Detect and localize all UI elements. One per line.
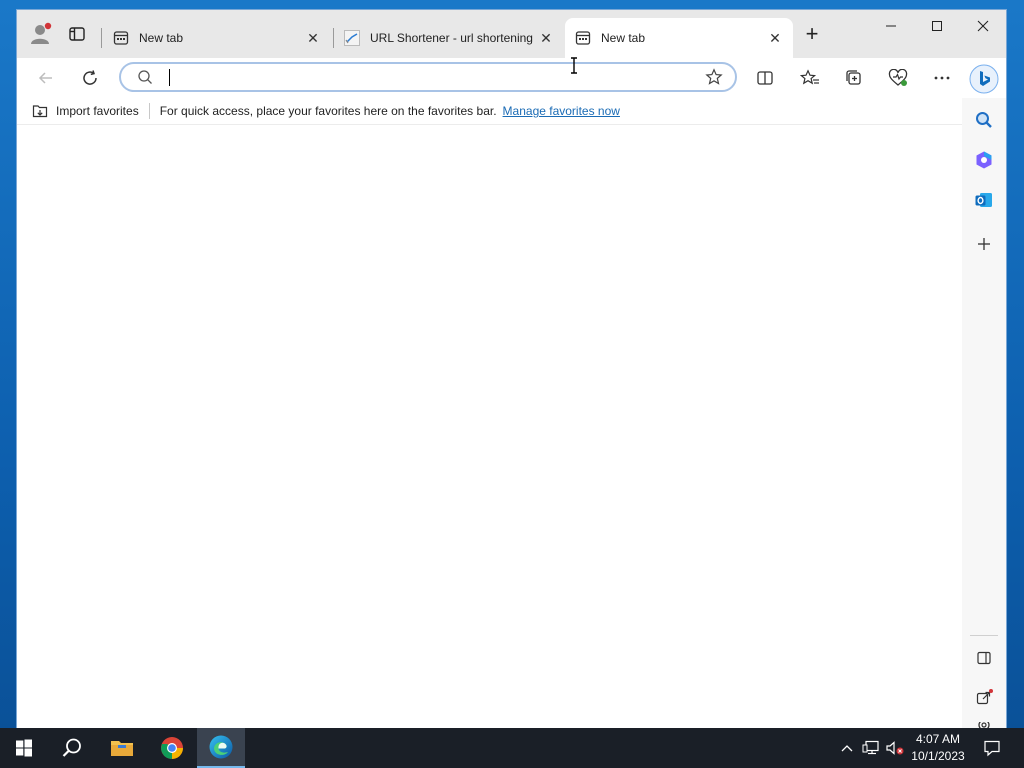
notifications-icon[interactable] bbox=[978, 728, 1006, 768]
manage-favorites-link[interactable]: Manage favorites now bbox=[503, 104, 620, 118]
maximize-button[interactable] bbox=[914, 10, 960, 42]
tab-title: New tab bbox=[601, 31, 646, 45]
sidebar-outlook-icon[interactable] bbox=[972, 188, 996, 212]
favorite-star-icon[interactable] bbox=[705, 68, 723, 91]
sidebar-add-icon[interactable] bbox=[972, 232, 996, 256]
search-icon bbox=[137, 69, 153, 90]
new-tab-button[interactable]: + bbox=[801, 23, 823, 46]
edge-taskbar-icon[interactable] bbox=[197, 728, 245, 768]
address-bar[interactable] bbox=[119, 62, 737, 92]
more-options-icon[interactable] bbox=[930, 66, 954, 90]
sidebar-divider bbox=[970, 635, 998, 636]
file-explorer-icon[interactable] bbox=[98, 728, 146, 768]
tab-separator bbox=[101, 28, 102, 48]
navigation-toolbar bbox=[17, 58, 1006, 98]
favorites-icon[interactable] bbox=[798, 66, 822, 90]
sidebar-office-icon[interactable] bbox=[972, 148, 996, 172]
sidebar-search-icon[interactable] bbox=[972, 108, 996, 132]
close-window-button[interactable] bbox=[960, 10, 1006, 42]
clock-time: 4:07 AM bbox=[915, 732, 961, 746]
tab-2[interactable]: URL Shortener - url shortening ✕ bbox=[334, 18, 564, 58]
edge-sidebar bbox=[962, 98, 1006, 728]
newtab-icon bbox=[113, 30, 129, 46]
minimize-button[interactable] bbox=[868, 10, 914, 42]
favorites-divider bbox=[148, 103, 150, 119]
tab-actions-icon[interactable] bbox=[67, 24, 87, 44]
profile-avatar-icon[interactable] bbox=[29, 22, 53, 46]
open-external-icon[interactable] bbox=[972, 686, 996, 710]
show-hidden-icons-icon[interactable] bbox=[838, 728, 856, 768]
close-tab-icon[interactable]: ✕ bbox=[538, 30, 554, 46]
favorites-hint-text: For quick access, place your favorites h… bbox=[159, 104, 497, 118]
address-input[interactable] bbox=[165, 68, 689, 88]
close-tab-icon[interactable]: ✕ bbox=[767, 30, 783, 46]
tab-1[interactable]: New tab ✕ bbox=[103, 18, 331, 58]
browser-window: New tab ✕ URL Shortener - url shortening… bbox=[17, 10, 1006, 728]
tab-3-active[interactable]: New tab ✕ bbox=[565, 18, 793, 58]
copilot-icon[interactable] bbox=[969, 64, 999, 94]
taskbar-search-icon[interactable] bbox=[48, 728, 96, 768]
system-clock[interactable]: 4:07 AM 10/1/2023 bbox=[904, 731, 972, 765]
favorites-bar: Import favorites For quick access, place… bbox=[17, 98, 962, 124]
tab-title: URL Shortener - url shortening bbox=[370, 31, 533, 45]
hide-sidebar-icon[interactable] bbox=[972, 646, 996, 670]
page-content bbox=[17, 124, 962, 728]
browser-essentials-icon[interactable] bbox=[886, 66, 910, 90]
site-favicon bbox=[344, 30, 360, 46]
split-screen-icon[interactable] bbox=[753, 66, 777, 90]
import-favorites-icon bbox=[32, 103, 48, 119]
text-cursor-icon bbox=[569, 57, 579, 74]
taskbar: 4:07 AM 10/1/2023 bbox=[0, 728, 1024, 768]
newtab-icon bbox=[575, 30, 591, 46]
clock-date: 10/1/2023 bbox=[911, 749, 965, 763]
close-tab-icon[interactable]: ✕ bbox=[305, 30, 321, 46]
tab-strip: New tab ✕ URL Shortener - url shortening… bbox=[17, 10, 1006, 58]
refresh-button[interactable] bbox=[78, 66, 102, 90]
volume-muted-icon[interactable] bbox=[884, 728, 906, 768]
import-favorites-button[interactable]: Import favorites bbox=[56, 104, 139, 118]
back-button[interactable] bbox=[34, 66, 58, 90]
start-button[interactable] bbox=[0, 728, 48, 768]
network-icon[interactable] bbox=[860, 728, 882, 768]
chrome-icon[interactable] bbox=[148, 728, 196, 768]
tab-title: New tab bbox=[139, 31, 184, 45]
collections-icon[interactable] bbox=[842, 66, 866, 90]
